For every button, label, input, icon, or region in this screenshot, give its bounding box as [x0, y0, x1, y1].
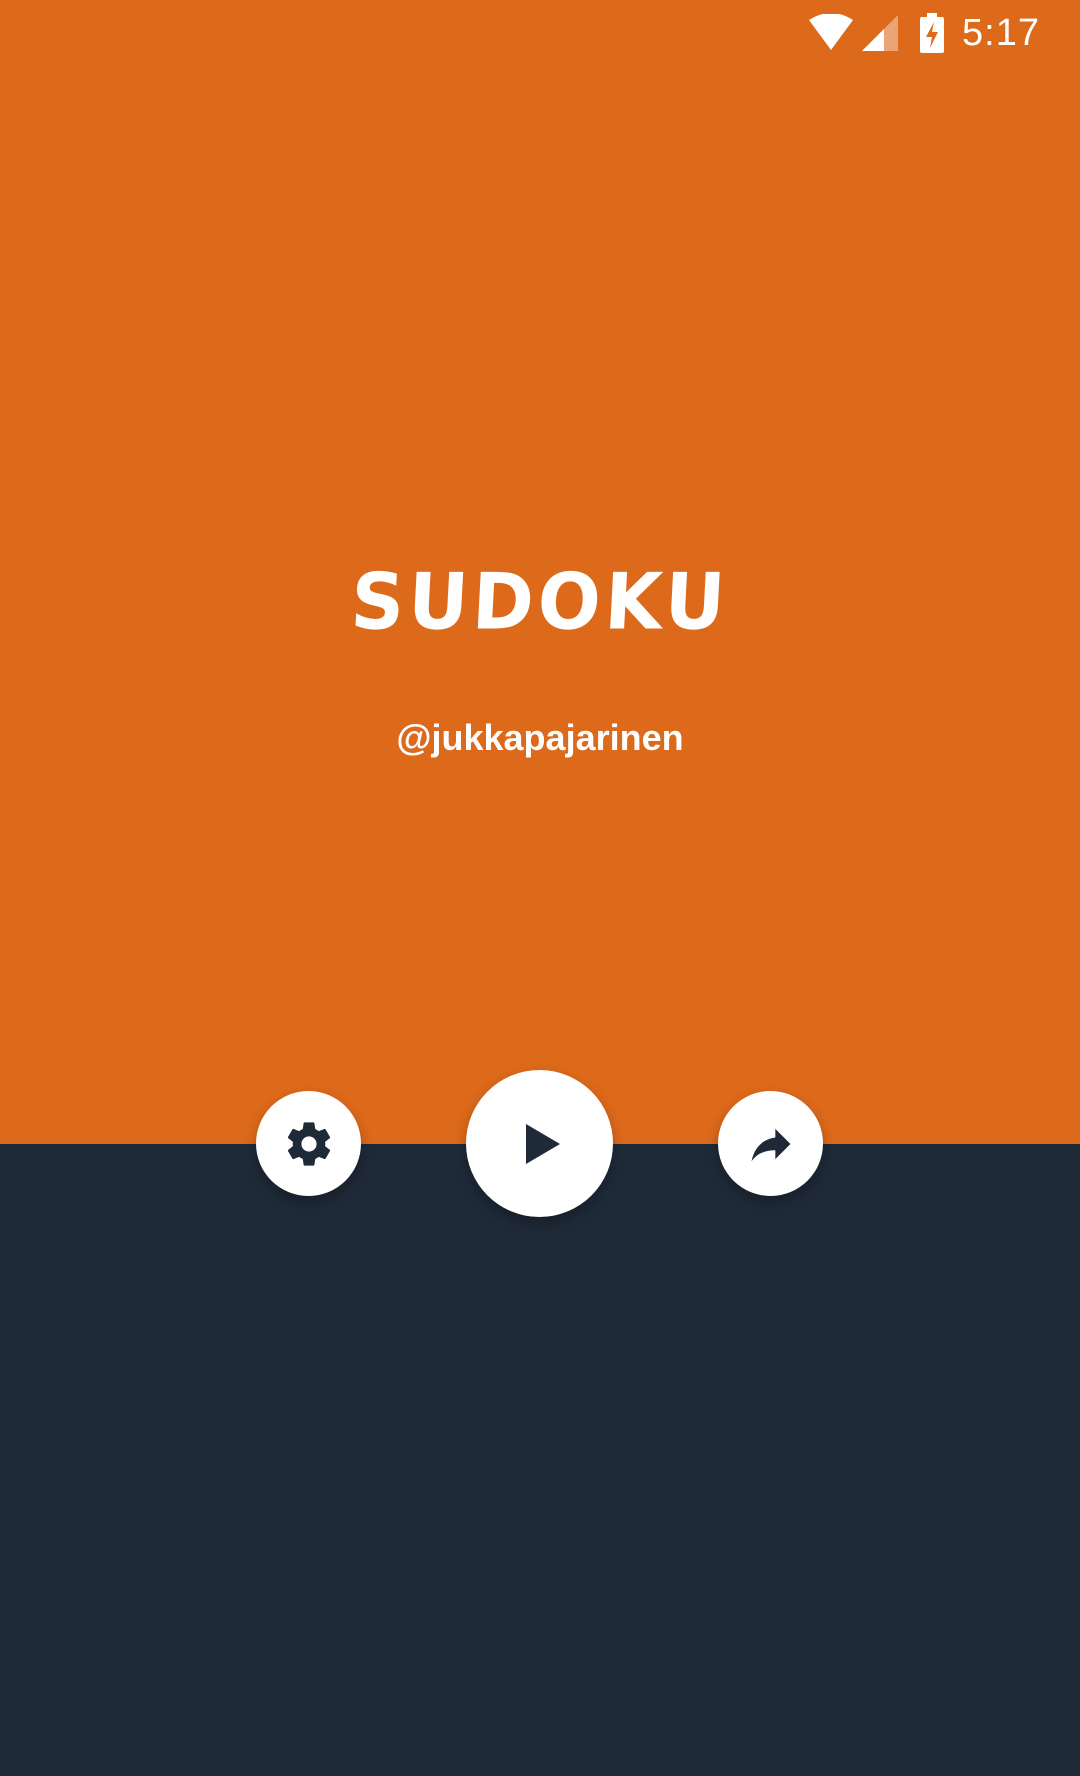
status-clock: 5:17 [962, 12, 1040, 54]
status-bar: 5:17 [0, 0, 1080, 64]
title-container: SUDOKU [0, 556, 1080, 648]
bottom-panel [0, 1144, 1080, 1776]
main-screen: 5:17 SUDOKU @jukkapajarinen [0, 0, 1080, 1776]
battery-charging-icon [920, 13, 945, 53]
wifi-icon [808, 14, 854, 52]
play-icon [520, 1123, 560, 1164]
play-button[interactable] [466, 1070, 613, 1217]
share-button[interactable] [718, 1091, 823, 1196]
settings-button[interactable] [256, 1091, 361, 1196]
share-arrow-icon [745, 1118, 797, 1170]
gear-icon [283, 1118, 335, 1170]
app-title: SUDOKU [348, 556, 732, 648]
status-icons: 5:17 [808, 10, 1040, 56]
author-handle: @jukkapajarinen [396, 717, 684, 758]
cell-signal-icon [862, 15, 899, 51]
